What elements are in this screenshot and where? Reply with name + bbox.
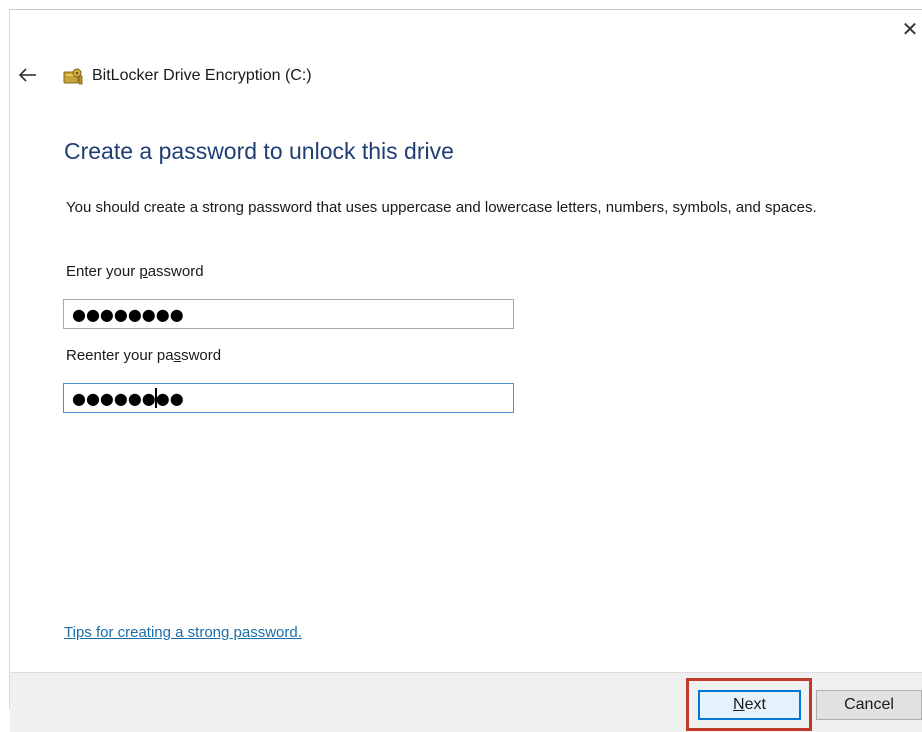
text-caret [155,388,157,408]
reenter-label-post: sword [181,347,222,364]
reenter-label-pre: Reenter your pa [66,347,174,364]
cancel-button[interactable]: Cancel [816,690,922,720]
password-label-pre: Enter your [66,263,140,280]
close-button[interactable]: ✕ [898,18,922,42]
description-text: You should create a strong password that… [66,199,817,216]
password-input[interactable] [63,299,514,329]
window-title: BitLocker Drive Encryption (C:) [92,67,312,84]
password-label-access-key: p [139,263,148,280]
page-title: Create a password to unlock this drive [64,138,454,164]
back-arrow-icon[interactable] [14,62,42,90]
password-label-post: assword [147,263,204,280]
next-button-label[interactable]: ext [745,696,766,714]
password-tips-link[interactable]: Tips for creating a strong password. [64,624,302,641]
next-button[interactable]: Next [698,690,801,720]
reenter-label-access-key: s [173,347,182,364]
reenter-password-label: Reenter your password [66,347,221,364]
password-label: Enter your password [66,263,204,280]
reenter-password-input[interactable] [63,383,514,413]
next-button-access-key[interactable]: N [733,696,745,714]
close-icon[interactable]: ✕ [902,19,919,41]
bitlocker-key-icon [63,68,83,85]
bitlocker-window: ✕ BitLocker Drive Encryption (C:) Create… [0,0,922,732]
back-button[interactable] [14,62,42,90]
window-header: BitLocker Drive Encryption (C:) [62,64,312,88]
window-left-border [9,9,10,709]
window-top-border [10,9,922,10]
